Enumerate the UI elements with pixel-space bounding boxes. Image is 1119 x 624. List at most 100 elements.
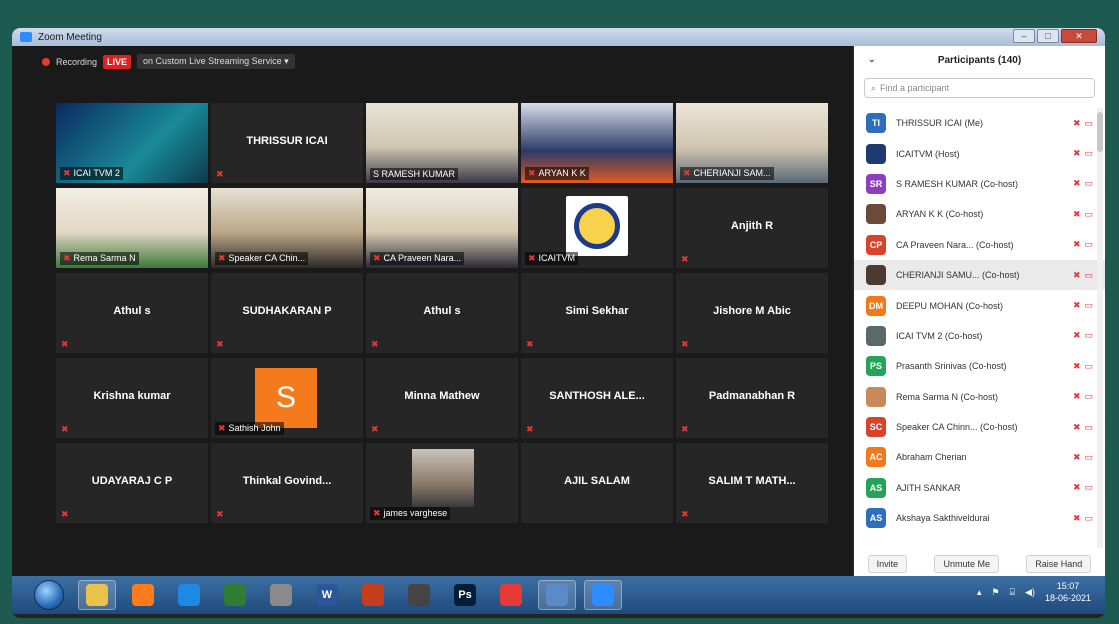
volume-icon[interactable]: ◀) [1025,587,1035,598]
name-tile[interactable]: Padmanabhan R ✖ [676,358,828,438]
scrollbar-thumb[interactable] [1097,112,1103,152]
mic-muted-icon: ✖ [61,339,69,349]
camera-icon: ▭ [1084,117,1093,128]
mic-muted-icon: ✖ [1072,178,1081,189]
camera-icon: ▭ [1084,421,1093,432]
participant-row[interactable]: ICAI TVM 2 (Co-host) ✖ ▭ [854,321,1105,351]
participant-row[interactable]: SC Speaker CA Chinn... (Co-host) ✖ ▭ [854,412,1105,442]
name-tile[interactable]: UDAYARAJ C P ✖ [56,443,208,523]
video-tile[interactable]: ✖ CHERIANJI SAM... [676,103,828,183]
taskbar-app-files[interactable] [538,580,576,610]
taskbar-app-wallet[interactable] [400,580,438,610]
mic-muted-icon: ✖ [61,424,69,434]
participant-row[interactable]: ICAITVM (Host) ✖ ▭ [854,138,1105,168]
tray-arrow-icon[interactable]: ▴ [977,587,982,598]
name-tile[interactable]: Minna Mathew ✖ [366,358,518,438]
participant-name: Anjith R [730,220,774,232]
participant-row[interactable]: PS Prasanth Srinivas (Co-host) ✖ ▭ [854,351,1105,381]
minimize-button[interactable]: – [1013,29,1035,43]
participant-row[interactable]: AC Abraham Cherian ✖ ▭ [854,442,1105,472]
participant-status-icons: ✖ ▭ [1073,330,1093,341]
mic-muted-icon: ✖ [681,509,689,519]
participant-row[interactable]: AS Akshaya Sakthiveldurai ✖ ▭ [854,503,1105,533]
tile-caption: S RAMESH KUMAR [370,168,459,180]
participant-name: CHERIANJI SAM... [693,168,771,178]
taskbar-app-paint[interactable] [262,580,300,610]
participant-row[interactable]: DM DEEPU MOHAN (Co-host) ✖ ▭ [854,290,1105,320]
maximize-button[interactable]: □ [1037,29,1059,43]
taskbar-app-explorer[interactable] [78,580,116,610]
stream-dropdown[interactable]: on Custom Live Streaming Service ▾ [137,54,295,69]
participant-row[interactable]: Rema Sarma N (Co-host) ✖ ▭ [854,382,1105,412]
mic-muted-icon: ✖ [1072,421,1081,432]
avatar [866,143,886,164]
video-tile[interactable]: ✖ ARYAN K K [521,103,673,183]
name-tile[interactable]: Jishore M Abic ✖ [676,273,828,353]
participant-row[interactable]: CP CA Praveen Nara... (Co-host) ✖ ▭ [854,230,1105,260]
name-tile[interactable]: AJIL SALAM [521,443,673,523]
avatar-tile[interactable]: S ✖ Sathish John [211,358,363,438]
participant-row[interactable]: ARYAN K K (Co-host) ✖ ▭ [854,199,1105,229]
avatar: CP [866,234,886,255]
name-tile[interactable]: Thinkal Govind... ✖ [211,443,363,523]
taskbar-app-w[interactable]: W [308,580,346,610]
participant-row[interactable]: AS AJITH SANKAR ✖ ▭ [854,473,1105,503]
name-tile[interactable]: SALIM T MATH... ✖ [676,443,828,523]
taskbar-app-edge[interactable] [170,580,208,610]
camera-icon: ▭ [1084,330,1093,341]
name-tile[interactable]: SANTHOSH ALE... ✖ [521,358,673,438]
video-tile[interactable]: ✖ ICAITVM [521,188,673,268]
name-tile[interactable]: Simi Sekhar ✖ [521,273,673,353]
mic-muted-icon: ✖ [526,424,534,434]
avatar-tile[interactable]: ✖ james varghese [366,443,518,523]
tile-caption: ✖ ICAITVM [525,252,579,265]
name-tile[interactable]: SUDHAKARAN P ✖ [211,273,363,353]
taskbar-app-ps[interactable]: Ps [446,580,484,610]
clock[interactable]: 15:07 18-06-2021 [1045,580,1091,604]
unmute-me-button[interactable]: Unmute Me [934,555,999,573]
mic-muted-icon: ✖ [373,253,381,263]
participant-name: CA Praveen Nara... [383,253,462,263]
app-window: Zoom Meeting – □ ✕ Recording LIVE on Cus… [12,28,1105,618]
participant-status-icons: ✖ ▭ [1073,422,1093,433]
name-tile[interactable]: THRISSUR ICAI ✖ [211,103,363,183]
raise-hand-button[interactable]: Raise Hand [1026,555,1092,573]
search-input[interactable]: ⌕ Find a participant [864,78,1095,98]
camera-icon: ▭ [1084,451,1093,462]
taskbar-app-firefox[interactable] [124,580,162,610]
tile-caption: ✖ ARYAN K K [525,167,589,180]
video-tile[interactable]: ✖ Rema Sarma N [56,188,208,268]
network-icon[interactable]: ⌸ [1010,587,1015,598]
avatar: AS [866,477,886,498]
video-tile[interactable]: S RAMESH KUMAR [366,103,518,183]
scrollbar[interactable] [1097,108,1103,548]
taskbar-app-powerpoint[interactable] [354,580,392,610]
participant-name: ARYAN K K (Co-host) [896,209,984,220]
participant-row[interactable]: SR S RAMESH KUMAR (Co-host) ✖ ▭ [854,169,1105,199]
video-tile[interactable]: ✖ ICAI TVM 2 [56,103,208,183]
participant-row[interactable]: CHERIANJI SAMU... (Co-host) ✖ ▭ [854,259,1105,291]
taskbar-app-excel[interactable] [216,580,254,610]
participant-name: Athul s [423,305,461,317]
flag-icon[interactable]: ⚑ [992,587,1000,598]
video-tile[interactable]: ✖ Speaker CA Chin... [211,188,363,268]
participant-name: ICAI TVM 2 [73,168,120,178]
name-tile[interactable]: Anjith R ✖ [676,188,828,268]
participant-name: Sathish John [228,423,281,433]
participant-name: AJIL SALAM [564,475,630,487]
participant-name: ICAITVM [538,253,576,263]
name-tile[interactable]: Athul s ✖ [56,273,208,353]
chevron-down-icon[interactable]: ⌄ [868,54,876,65]
mic-muted-icon: ✖ [1072,512,1081,523]
video-tile[interactable]: ✖ CA Praveen Nara... [366,188,518,268]
mic-muted-icon: ✖ [216,169,224,179]
name-tile[interactable]: Krishna kumar ✖ [56,358,208,438]
invite-button[interactable]: Invite [867,555,908,573]
start-button[interactable] [34,580,64,610]
avatar: SC [866,417,886,438]
taskbar-app-zoom[interactable] [584,580,622,610]
taskbar-app-chrome[interactable] [492,580,530,610]
participant-row[interactable]: TI THRISSUR ICAI (Me) ✖ ▭ [854,108,1105,138]
close-button[interactable]: ✕ [1061,29,1097,43]
name-tile[interactable]: Athul s ✖ [366,273,518,353]
